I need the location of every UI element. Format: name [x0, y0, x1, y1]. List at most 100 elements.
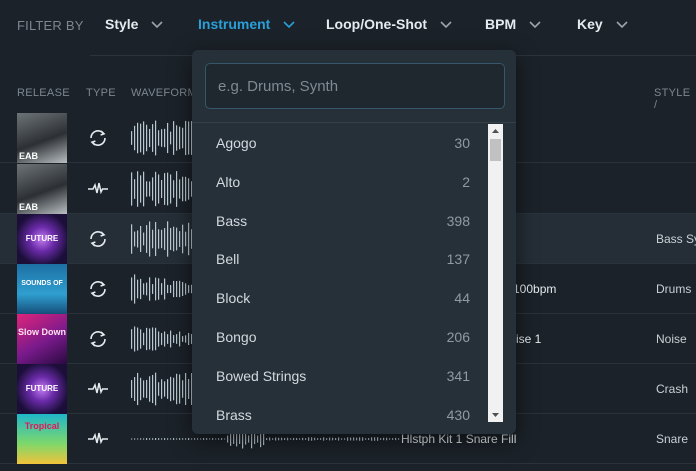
waveform-bar [185, 231, 187, 247]
waveform-bar [146, 282, 148, 296]
waveform-bar [155, 327, 157, 351]
filter-loop-one-shot[interactable]: Loop/One-Shot [326, 16, 453, 32]
option-count: 341 [446, 368, 470, 384]
dropdown-scrollbar[interactable] [488, 124, 503, 422]
waveform-bar [287, 437, 289, 441]
column-header-style[interactable]: STYLE / [654, 87, 696, 111]
filter-bpm-label: BPM [485, 16, 517, 32]
waveform-bar [182, 336, 184, 342]
waveform-bar [149, 376, 151, 402]
option-bass[interactable]: Bass 398 [192, 202, 482, 240]
option-brass[interactable]: Brass 430 [192, 396, 482, 434]
filter-instrument[interactable]: Instrument [198, 16, 296, 32]
sample-style[interactable]: Crash [656, 382, 688, 396]
waveform-bar [173, 226, 175, 252]
release-artwork[interactable]: Slow Down [17, 314, 67, 364]
sample-name[interactable]: ise 1 [516, 332, 541, 346]
waveform-bar [134, 125, 136, 151]
release-artwork[interactable]: EAB [17, 164, 67, 214]
waveform-bar [143, 332, 145, 346]
one-shot-icon [88, 382, 108, 395]
waveform-bar [140, 438, 142, 440]
scroll-up-arrow-icon[interactable] [488, 124, 503, 138]
release-artwork[interactable]: FUTURE [17, 364, 67, 414]
waveform-bar [188, 379, 190, 399]
option-label: Alto [216, 174, 241, 190]
waveform-bar [146, 181, 148, 197]
waveform-bar [182, 224, 184, 254]
waveform-bar [134, 438, 136, 440]
filter-loop-one-shot-label: Loop/One-Shot [326, 16, 428, 32]
option-count: 206 [446, 329, 470, 345]
waveform-bar [152, 438, 154, 440]
release-artwork[interactable]: SOUNDS OF [17, 264, 67, 314]
waveform-bar [143, 283, 145, 295]
waveform-bar [137, 438, 139, 440]
sample-name[interactable]: Hlstph Kit 1 Snare Fill [401, 432, 516, 446]
waveform-bar [164, 173, 166, 205]
waveform-bar [275, 437, 277, 441]
option-bowed-strings[interactable]: Bowed Strings 341 [192, 357, 482, 395]
waveform-bar [131, 329, 133, 349]
waveform-bar [335, 437, 337, 441]
waveform-bar [170, 330, 172, 348]
waveform-bar [329, 437, 331, 441]
waveform-bar [149, 328, 151, 350]
waveform-bar [245, 433, 247, 445]
waveform-bar [227, 435, 229, 443]
waveform-bar [257, 435, 259, 443]
filter-style[interactable]: Style [105, 16, 164, 32]
waveform-bar [137, 279, 139, 299]
waveform-bar [149, 221, 151, 257]
release-artwork[interactable]: FUTURE [17, 214, 67, 264]
waveform-bar [173, 438, 175, 440]
waveform-bar [179, 179, 181, 199]
loop-icon [90, 231, 106, 247]
waveform-bar [161, 180, 163, 198]
waveform-bar [167, 122, 169, 154]
sample-style[interactable]: Snare [656, 432, 688, 446]
waveform-bar [152, 124, 154, 152]
option-count: 398 [446, 213, 470, 229]
waveform-bar [371, 437, 373, 441]
option-alto[interactable]: Alto 2 [192, 163, 482, 201]
column-header-type[interactable]: TYPE [86, 87, 116, 99]
scrollbar-thumb[interactable] [490, 139, 501, 161]
waveform-bar [170, 174, 172, 204]
sample-name[interactable]: 100bpm [513, 282, 556, 296]
instrument-search-input[interactable] [205, 63, 505, 109]
waveform-bar [248, 435, 250, 443]
waveform-bar [146, 438, 148, 440]
release-artwork[interactable]: Tropical [17, 414, 67, 464]
option-agogo[interactable]: Agogo 30 [192, 124, 482, 162]
filter-by-label: FILTER BY [17, 18, 84, 33]
release-artwork[interactable]: EAB [17, 113, 67, 163]
waveform-bar [281, 437, 283, 441]
waveform-bar [188, 121, 190, 155]
waveform-bar [377, 437, 379, 441]
option-bongo[interactable]: Bongo 206 [192, 318, 482, 356]
waveform-bar [161, 379, 163, 399]
waveform-bar [356, 437, 358, 441]
waveform-bar [368, 438, 370, 440]
option-bell[interactable]: Bell 137 [192, 240, 482, 278]
column-header-release[interactable]: RELEASE [17, 87, 70, 99]
scroll-down-arrow-icon[interactable] [488, 408, 503, 422]
waveform-bar [137, 230, 139, 248]
waveform-bar [176, 334, 178, 344]
waveform-bar [308, 437, 310, 441]
sample-style[interactable]: Bass Sy [656, 232, 696, 246]
waveform-bar [389, 438, 391, 440]
sample-style[interactable]: Noise [656, 332, 687, 346]
waveform-bar [146, 327, 148, 351]
option-block[interactable]: Block 44 [192, 279, 482, 317]
option-count: 44 [454, 290, 470, 306]
waveform-bar [155, 222, 157, 256]
waveform-bar [143, 232, 145, 246]
column-header-waveform[interactable]: WAVEFORM [131, 87, 197, 99]
filter-key[interactable]: Key [577, 16, 629, 32]
waveform-bar [218, 438, 220, 440]
sample-style[interactable]: Drums [656, 282, 691, 296]
waveform-bar [176, 125, 178, 151]
filter-bpm[interactable]: BPM [485, 16, 542, 32]
